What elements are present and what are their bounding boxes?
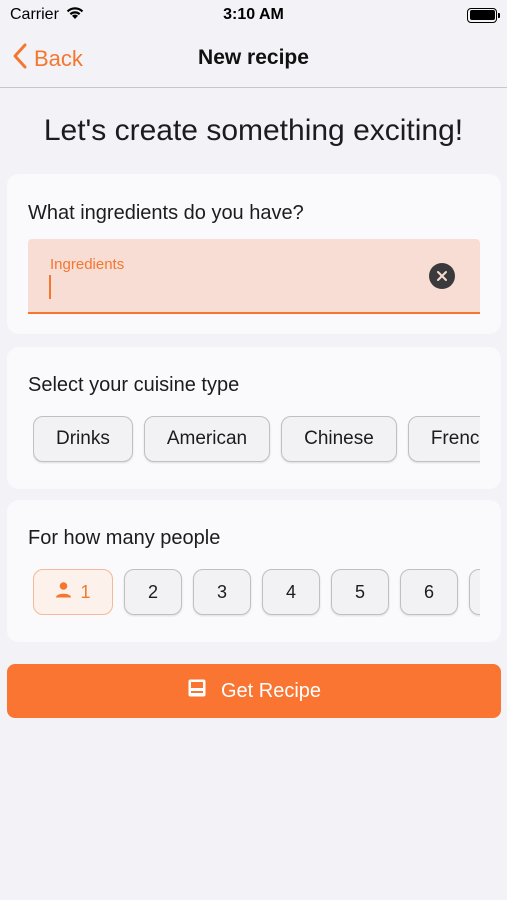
ingredients-title: What ingredients do you have? [28, 202, 304, 224]
cuisine-chip-french[interactable]: French [407, 416, 480, 462]
clear-icon[interactable] [429, 263, 455, 289]
cuisine-chip-drinks[interactable]: Drinks [33, 416, 133, 462]
ingredients-card: What ingredients do you have? Ingredient… [7, 174, 501, 334]
cuisine-chip-chinese[interactable]: Chinese [281, 416, 397, 462]
wifi-icon [65, 5, 85, 25]
people-chip-label: 1 [80, 581, 91, 602]
people-chip-3[interactable]: 3 [193, 569, 251, 615]
person-icon [55, 581, 72, 603]
ingredients-field-label: Ingredients [50, 256, 125, 273]
battery-icon [467, 7, 500, 23]
ingredients-input[interactable]: Ingredients [28, 239, 480, 314]
carrier-label: Carrier [10, 6, 59, 23]
cuisine-options: Drinks American Chinese French [33, 416, 480, 464]
page-title: New recipe [198, 46, 309, 69]
cuisine-chip-american[interactable]: American [143, 416, 271, 462]
people-chip-4[interactable]: 4 [262, 569, 320, 615]
people-title: For how many people [28, 527, 221, 549]
people-card: For how many people 1 2 3 4 5 6 7 [7, 500, 501, 642]
cuisine-title: Select your cuisine type [28, 374, 240, 396]
cuisine-card: Select your cuisine type Drinks American… [7, 347, 501, 489]
people-chip-1[interactable]: 1 [33, 569, 113, 615]
people-options: 1 2 3 4 5 6 7 [33, 569, 480, 617]
people-chip-2[interactable]: 2 [124, 569, 182, 615]
battery-level [469, 10, 495, 20]
navigation-bar: Back New recipe [0, 30, 507, 88]
people-chip-7[interactable]: 7 [469, 569, 480, 615]
people-chip-6[interactable]: 6 [400, 569, 458, 615]
get-recipe-label: Get Recipe [220, 679, 322, 702]
text-cursor [49, 275, 51, 299]
status-left: Carrier [10, 5, 85, 25]
headline: Let's create something exciting! [43, 114, 464, 147]
recipe-book-icon [187, 678, 207, 704]
people-chip-5[interactable]: 5 [331, 569, 389, 615]
status-bar: Carrier 3:10 AM [0, 0, 507, 30]
get-recipe-button[interactable]: Get Recipe [7, 664, 501, 718]
